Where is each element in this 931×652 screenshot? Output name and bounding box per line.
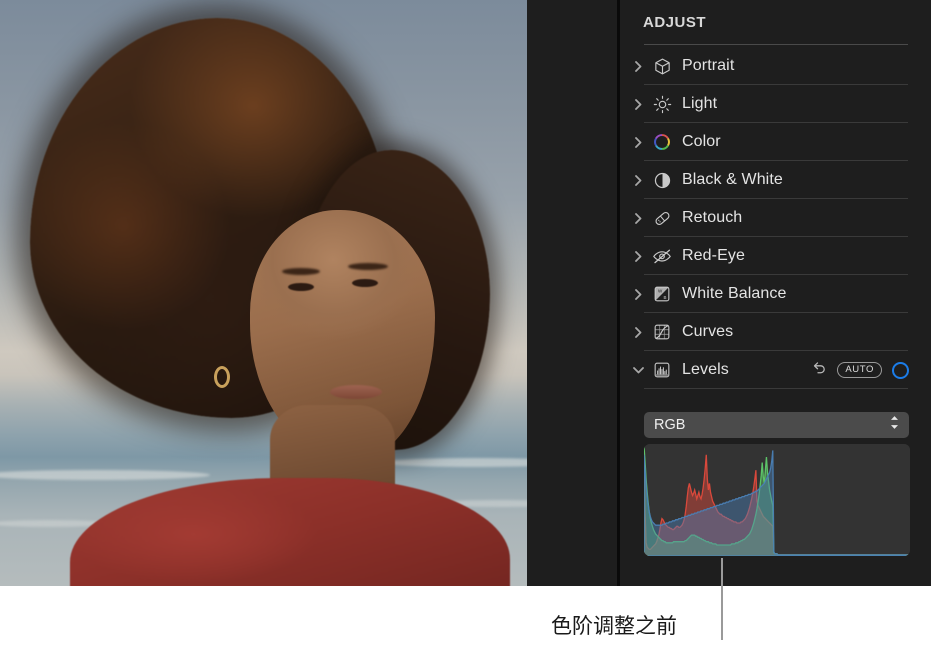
chevron-right-icon[interactable]	[630, 327, 646, 338]
eye-left	[288, 283, 314, 291]
white-balance-icon: W B	[650, 285, 674, 303]
chevron-right-icon[interactable]	[630, 99, 646, 110]
lips	[330, 385, 382, 399]
auto-button[interactable]: AUTO	[837, 362, 882, 378]
sidebar-item-label: White Balance	[682, 285, 786, 303]
levels-row-controls: AUTO	[812, 351, 909, 389]
sidebar-item-label: Retouch	[682, 209, 742, 227]
levels-histogram[interactable]	[644, 444, 910, 556]
sidebar-item-white-balance[interactable]: W B White Balance	[620, 275, 931, 313]
chevron-right-icon[interactable]	[630, 213, 646, 224]
chevron-right-icon[interactable]	[630, 61, 646, 72]
chevron-right-icon[interactable]	[630, 251, 646, 262]
chevron-right-icon[interactable]	[630, 175, 646, 186]
sidebar-item-color[interactable]: Color	[620, 123, 931, 161]
chevron-right-icon[interactable]	[630, 137, 646, 148]
photos-editor-screenshot: ADJUST Portrait	[0, 0, 931, 652]
earring	[214, 366, 230, 388]
color-wheel-icon	[650, 133, 674, 151]
row-divider	[644, 388, 908, 389]
sidebar-item-label: Color	[682, 133, 721, 151]
photo-canvas[interactable]	[0, 0, 617, 586]
sidebar-item-red-eye[interactable]: Red-Eye	[620, 237, 931, 275]
sidebar-item-light[interactable]: Light	[620, 85, 931, 123]
editor-window: ADJUST Portrait	[0, 0, 931, 586]
header-divider	[644, 44, 908, 45]
adjust-sidebar: ADJUST Portrait	[620, 0, 931, 586]
sidebar-item-curves[interactable]: Curves	[620, 313, 931, 351]
histogram-svg	[644, 444, 910, 556]
sidebar-item-label: Red-Eye	[682, 247, 745, 265]
eye-slash-icon	[650, 246, 674, 266]
sidebar-item-label: Black & White	[682, 171, 783, 189]
sidebar-item-label: Levels	[682, 361, 729, 379]
sidebar-item-retouch[interactable]: Retouch	[620, 199, 931, 237]
levels-icon	[650, 361, 674, 379]
caption-label: 色阶调整之前	[551, 610, 677, 640]
sidebar-item-label: Light	[682, 95, 717, 113]
svg-text:W: W	[658, 288, 663, 293]
chevron-down-icon[interactable]	[630, 367, 646, 374]
eyebrow-right	[348, 263, 388, 270]
sidebar-item-label: Portrait	[682, 57, 734, 75]
channel-select-value: RGB	[654, 417, 685, 433]
red-tshirt	[70, 478, 510, 586]
svg-text:B: B	[663, 295, 666, 300]
chevron-right-icon[interactable]	[630, 289, 646, 300]
adjustments-list: Portrait	[620, 47, 931, 389]
caption-area	[0, 586, 931, 652]
bandage-icon	[650, 209, 674, 228]
channel-select[interactable]: RGB	[644, 412, 909, 438]
curves-icon	[650, 323, 674, 341]
page-title: ADJUST	[643, 14, 908, 31]
enable-toggle-circle[interactable]	[892, 362, 909, 379]
updown-chevrons-icon	[889, 415, 900, 436]
eyebrow-left	[282, 268, 320, 275]
sidebar-item-black-and-white[interactable]: Black & White	[620, 161, 931, 199]
leader-line	[721, 558, 723, 640]
portrait-photo[interactable]	[0, 0, 527, 586]
cube-icon	[650, 57, 674, 76]
eye-right	[352, 279, 378, 287]
reset-arrow-icon[interactable]	[812, 360, 827, 380]
half-circle-icon	[650, 171, 674, 190]
sidebar-item-label: Curves	[682, 323, 733, 341]
sun-icon	[650, 95, 674, 114]
sidebar-item-levels[interactable]: Levels AUTO	[620, 351, 931, 389]
sidebar-item-portrait[interactable]: Portrait	[620, 47, 931, 85]
